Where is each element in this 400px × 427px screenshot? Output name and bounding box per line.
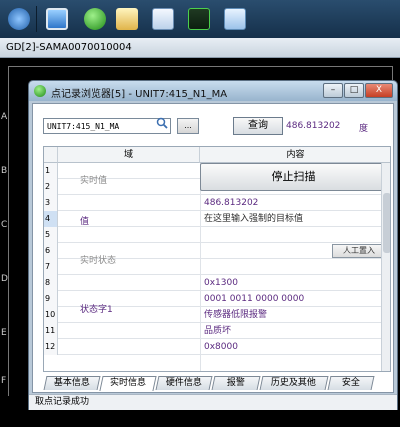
dialog-title: 点记录浏览器[5] - UNIT7:415_N1_MA: [51, 89, 228, 100]
tab-history-other[interactable]: 历史及其他: [259, 376, 329, 390]
taskbar-separator: [36, 6, 37, 32]
waveform-icon[interactable]: [188, 8, 210, 30]
search-document-icon[interactable]: [116, 8, 138, 30]
close-button[interactable]: X: [365, 83, 393, 98]
scrollbar-thumb[interactable]: [383, 193, 390, 253]
force-value-input[interactable]: 在这里输入强制的目标值: [204, 211, 303, 227]
query-value: 486.813202: [286, 121, 341, 131]
field-label-realtime-status: 实时状态: [80, 256, 117, 266]
point-name-input[interactable]: UNIT7:415_N1_MA: [43, 118, 171, 134]
zoom-icon[interactable]: [224, 8, 246, 30]
field-label-status-word: 状态字1: [80, 305, 113, 315]
field-label-value: 值: [80, 217, 90, 227]
tab-hardware-info[interactable]: 硬件信息: [155, 376, 213, 390]
table-row[interactable]: 11 品质坏: [44, 323, 390, 339]
row-number: 3: [44, 195, 58, 211]
query-unit: 度: [359, 124, 369, 134]
trend-chart-icon[interactable]: [152, 8, 174, 30]
document-tab-bar: GD[2]-SAMA0070010004: [0, 38, 400, 58]
maximize-button[interactable]: □: [344, 83, 364, 98]
tab-security[interactable]: 安全: [327, 376, 375, 390]
vertical-scrollbar[interactable]: [381, 163, 390, 371]
grid-header-name: 域: [58, 147, 200, 163]
field-label-realtime-value: 实时值: [80, 176, 108, 186]
monitor-icon[interactable]: [46, 8, 68, 30]
ruler-top: [8, 66, 392, 67]
minimize-button[interactable]: –: [323, 83, 343, 98]
manual-set-button[interactable]: 人工置入: [332, 244, 386, 258]
row-number: 6: [44, 243, 58, 259]
stop-scan-button[interactable]: 停止扫描: [200, 163, 387, 191]
value-cell: 传感器低限报警: [204, 310, 268, 320]
value-cell: 0x8000: [204, 342, 238, 352]
value-cell: 品质坏: [204, 326, 232, 336]
record-grid: 域 内容 1 2 3 486.813202 4 在这里输入强制的目标值 5 6 …: [43, 146, 391, 372]
table-row[interactable]: 4 在这里输入强制的目标值: [44, 211, 390, 227]
tab-alarm[interactable]: 报警: [211, 376, 261, 390]
table-row[interactable]: 5: [44, 227, 390, 243]
browse-button[interactable]: ...: [177, 118, 199, 134]
status-bar: 取点记录成功: [29, 394, 397, 410]
ruler-label: F: [1, 376, 7, 386]
value-cell: 0x1300: [204, 278, 238, 288]
row-number: 9: [44, 291, 58, 307]
ruler-left: [8, 66, 9, 396]
ruler-label: C: [1, 220, 8, 230]
start-icon[interactable]: [8, 8, 30, 30]
ruler-label: B: [1, 166, 8, 176]
dialog-titlebar[interactable]: 点记录浏览器[5] - UNIT7:415_N1_MA – □ X: [29, 81, 397, 101]
green-circle-icon[interactable]: [84, 8, 106, 30]
ruler-label: A: [1, 112, 8, 122]
tab-realtime-info[interactable]: 实时信息: [99, 376, 157, 391]
value-cell: 486.813202: [204, 198, 259, 208]
table-row[interactable]: 8 0x1300: [44, 275, 390, 291]
value-cell: 0001 0011 0000 0000: [204, 294, 305, 304]
table-row[interactable]: 12 0x8000: [44, 339, 390, 355]
app-icon: [34, 85, 46, 97]
row-number: 8: [44, 275, 58, 291]
row-number: 12: [44, 339, 58, 355]
grid-header-content: 内容: [200, 147, 390, 163]
point-record-browser-dialog: 点记录浏览器[5] - UNIT7:415_N1_MA – □ X UNIT7:…: [28, 80, 398, 410]
taskbar: [0, 0, 400, 38]
query-button[interactable]: 查询: [233, 117, 283, 135]
tab-basic-info[interactable]: 基本信息: [43, 376, 101, 390]
grid-header-corner: [44, 147, 58, 163]
ruler-label: E: [1, 328, 7, 338]
row-number: 4: [44, 211, 58, 227]
table-row[interactable]: 3 486.813202: [44, 195, 390, 211]
tab-bar: 基本信息 实时信息 硬件信息 报警 历史及其他 安全: [41, 376, 393, 391]
dialog-body: UNIT7:415_N1_MA ... 查询 486.813202 度 域 内容…: [32, 103, 394, 393]
ruler-label: D: [1, 274, 8, 284]
row-number: 2: [44, 179, 58, 195]
document-tab-title[interactable]: GD[2]-SAMA0070010004: [6, 42, 132, 53]
row-number: 7: [44, 259, 58, 275]
search-icon[interactable]: [156, 117, 168, 129]
row-number: 11: [44, 323, 58, 339]
row-number: 5: [44, 227, 58, 243]
row-number: 10: [44, 307, 58, 323]
row-number: 1: [44, 163, 58, 179]
